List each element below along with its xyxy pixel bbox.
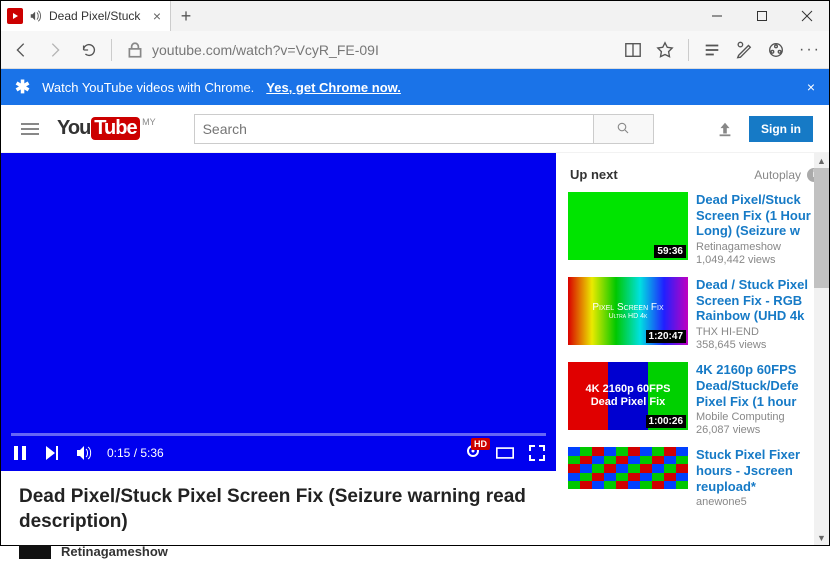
- thumbnail: [568, 447, 688, 489]
- browser-tab[interactable]: Dead Pixel/Stuck Pi ×: [1, 1, 171, 31]
- menu-button[interactable]: [17, 119, 43, 139]
- hub-icon[interactable]: [703, 41, 721, 59]
- youtube-logo[interactable]: You Tube MY: [57, 117, 140, 140]
- more-button[interactable]: ···: [799, 41, 821, 59]
- share-icon[interactable]: [767, 41, 785, 59]
- promo-link[interactable]: Yes, get Chrome now.: [266, 80, 401, 95]
- pause-button[interactable]: [11, 444, 29, 462]
- rec-channel: Mobile Computing: [696, 411, 823, 424]
- channel-name[interactable]: Retinagameshow: [61, 544, 168, 559]
- duration-badge: 59:36: [654, 245, 686, 258]
- recommendation[interactable]: 59:36 Dead Pixel/Stuck Screen Fix (1 Hou…: [568, 192, 823, 267]
- scroll-thumb[interactable]: [814, 168, 829, 288]
- tab-close-icon[interactable]: ×: [150, 9, 164, 23]
- refresh-button[interactable]: [77, 38, 101, 62]
- search-input[interactable]: [194, 114, 594, 144]
- tab-title: Dead Pixel/Stuck Pi: [49, 9, 144, 23]
- reading-view-icon[interactable]: [624, 41, 642, 59]
- recommendation[interactable]: Stuck Pixel Fixer hours - Jscreen reuplo…: [568, 447, 823, 509]
- search-icon: [616, 121, 631, 136]
- close-window-button[interactable]: [784, 1, 829, 31]
- fullscreen-button[interactable]: [528, 444, 546, 462]
- chrome-promo-bar: ✱ Watch YouTube videos with Chrome. Yes,…: [1, 69, 829, 105]
- favorite-icon[interactable]: [656, 41, 674, 59]
- browser-tab-strip: Dead Pixel/Stuck Pi × +: [1, 1, 829, 31]
- video-title: Dead Pixel/Stuck Pixel Screen Fix (Seizu…: [1, 471, 564, 540]
- rec-channel: Retinagameshow: [696, 241, 823, 254]
- hd-badge: HD: [471, 438, 490, 450]
- settings-button[interactable]: HD: [464, 442, 482, 465]
- player-time: 0:15 / 5:36: [107, 446, 164, 460]
- duration-badge: 1:00:26: [646, 415, 686, 428]
- rec-views: 1,049,442 views: [696, 254, 823, 267]
- maximize-button[interactable]: [739, 1, 784, 31]
- autoplay-label: Autoplay: [754, 168, 801, 182]
- up-next-label: Up next: [570, 167, 618, 182]
- lock-icon: [126, 41, 144, 59]
- divider: [688, 39, 689, 61]
- scroll-down-button[interactable]: ▼: [814, 530, 829, 545]
- logo-tube: Tube: [91, 117, 139, 140]
- thumbnail: Pixel Screen FixUltra HD 4k1:20:47: [568, 277, 688, 345]
- rec-views: 26,087 views: [696, 424, 823, 437]
- logo-region: MY: [142, 117, 156, 127]
- rec-title: Dead / Stuck Pixel Screen Fix - RGB Rain…: [696, 277, 823, 324]
- sidebar-header: Up next Autoplay i: [568, 163, 823, 192]
- signin-button[interactable]: Sign in: [749, 116, 813, 142]
- browser-toolbar: youtube.com/watch?v=VcyR_FE-09I ···: [1, 31, 829, 69]
- channel-row: Retinagameshow: [1, 540, 564, 563]
- player-controls: 0:15 / 5:36 HD: [1, 435, 556, 471]
- promo-icon: ✱: [15, 77, 30, 98]
- recommendation[interactable]: 4K 2160p 60FPSDead Pixel Fix 1:00:26 4K …: [568, 362, 823, 437]
- new-tab-button[interactable]: +: [171, 1, 201, 31]
- next-button[interactable]: [43, 444, 61, 462]
- rec-title: 4K 2160p 60FPS Dead/Stuck/Defe Pixel Fix…: [696, 362, 823, 409]
- address-bar[interactable]: youtube.com/watch?v=VcyR_FE-09I: [122, 41, 614, 59]
- upload-button[interactable]: [715, 120, 735, 138]
- volume-button[interactable]: [75, 444, 93, 462]
- duration-badge: 1:20:47: [646, 330, 686, 343]
- notes-icon[interactable]: [735, 41, 753, 59]
- toolbar-actions: ···: [624, 39, 821, 61]
- promo-close-icon[interactable]: ×: [807, 79, 815, 95]
- theater-button[interactable]: [496, 444, 514, 462]
- back-button[interactable]: [9, 38, 33, 62]
- search-bar: [194, 114, 654, 144]
- logo-you: You: [57, 117, 90, 140]
- recommendation[interactable]: Pixel Screen FixUltra HD 4k1:20:47 Dead …: [568, 277, 823, 352]
- sidebar: Up next Autoplay i 59:36 Dead Pixel/Stuc…: [564, 153, 829, 545]
- window-controls: [694, 1, 829, 31]
- divider: [111, 39, 112, 61]
- channel-avatar[interactable]: [19, 545, 51, 559]
- content: 0:15 / 5:36 HD Dead Pixel/Stuck Pixel Sc…: [1, 153, 829, 545]
- autoplay-toggle[interactable]: Autoplay i: [754, 168, 821, 182]
- rec-channel: anewone5: [696, 496, 823, 509]
- url-text: youtube.com/watch?v=VcyR_FE-09I: [152, 42, 379, 58]
- search-button[interactable]: [594, 114, 654, 144]
- youtube-favicon: [7, 8, 23, 24]
- youtube-header: You Tube MY Sign in: [1, 105, 829, 153]
- video-player[interactable]: 0:15 / 5:36 HD: [1, 153, 556, 471]
- minimize-button[interactable]: [694, 1, 739, 31]
- scrollbar[interactable]: ▲ ▼: [814, 153, 829, 545]
- rec-title: Stuck Pixel Fixer hours - Jscreen reuplo…: [696, 447, 823, 494]
- main-column: 0:15 / 5:36 HD Dead Pixel/Stuck Pixel Sc…: [1, 153, 564, 545]
- scroll-up-button[interactable]: ▲: [814, 153, 829, 168]
- rec-title: Dead Pixel/Stuck Screen Fix (1 Hour Long…: [696, 192, 823, 239]
- audio-icon: [29, 9, 43, 23]
- rec-channel: THX HI-END: [696, 326, 823, 339]
- forward-button[interactable]: [43, 38, 67, 62]
- rec-views: 358,645 views: [696, 339, 823, 352]
- thumbnail: 59:36: [568, 192, 688, 260]
- thumbnail: 4K 2160p 60FPSDead Pixel Fix 1:00:26: [568, 362, 688, 430]
- promo-text: Watch YouTube videos with Chrome.: [42, 80, 254, 95]
